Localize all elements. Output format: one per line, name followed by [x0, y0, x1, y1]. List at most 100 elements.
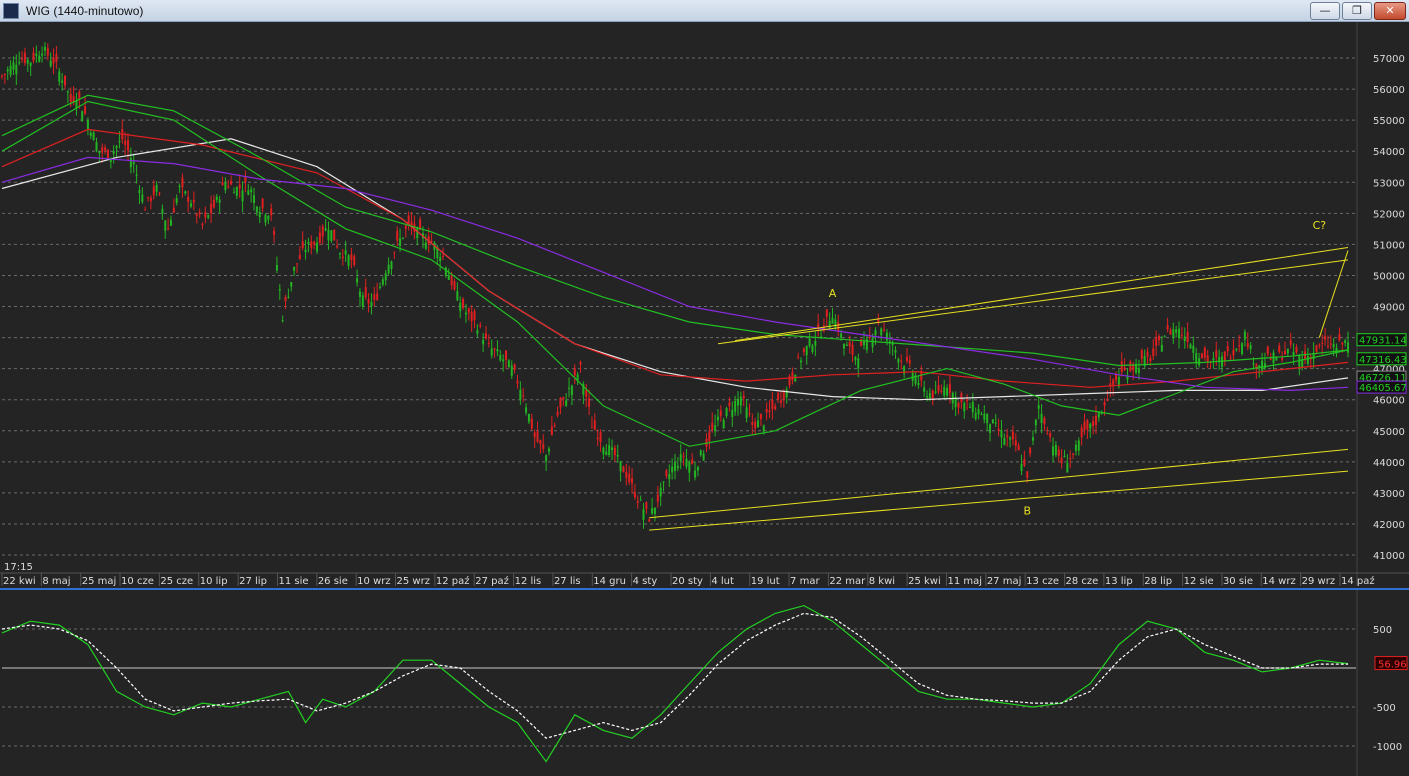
up-candle-body — [15, 64, 18, 75]
down-candle-body — [376, 293, 379, 300]
app-icon[interactable] — [3, 3, 19, 19]
down-candle-body — [648, 519, 651, 522]
up-candle-body — [668, 474, 671, 480]
x-tick-label: 14 paź — [1341, 575, 1375, 587]
up-candle-body — [696, 467, 699, 471]
up-candle-body — [416, 227, 419, 239]
down-candle-body — [1238, 345, 1241, 347]
down-candle-body — [333, 229, 336, 241]
up-candle-body — [444, 267, 447, 276]
up-candle-body — [250, 189, 253, 193]
down-candle-body — [467, 308, 470, 313]
value-label: 46405.67 — [1359, 383, 1407, 394]
down-candle-body — [1106, 400, 1109, 402]
title-bar[interactable]: WIG (1440-minutowo) — ❐ ✕ — [0, 0, 1409, 22]
up-candle-body — [739, 396, 742, 406]
up-candle-body — [619, 461, 622, 472]
down-candle-body — [779, 400, 782, 403]
up-candle-body — [811, 345, 814, 352]
down-candle-body — [1215, 350, 1218, 358]
up-candle-body — [275, 264, 278, 271]
down-candle-body — [32, 52, 35, 61]
up-candle-body — [671, 466, 674, 473]
x-tick-label: 8 maj — [42, 576, 70, 587]
down-candle-body — [1006, 435, 1009, 438]
down-candle-body — [104, 147, 107, 151]
down-candle-body — [396, 230, 399, 241]
x-tick-label: 20 sty — [672, 576, 703, 587]
down-candle-body — [1094, 415, 1097, 426]
x-tick-label: 28 cze — [1066, 576, 1099, 587]
down-candle-body — [1315, 345, 1318, 353]
up-candle-body — [135, 174, 138, 176]
value-label: 47316.43 — [1359, 355, 1407, 366]
up-candle-body — [287, 296, 290, 298]
up-candle-body — [115, 146, 118, 148]
down-candle-body — [1283, 350, 1286, 355]
down-candle-body — [590, 427, 593, 429]
chart-area[interactable]: 4100042000430004400045000460004700048000… — [0, 22, 1409, 776]
down-candle-body — [69, 93, 72, 102]
down-candle-body — [404, 225, 407, 229]
down-candle-body — [484, 333, 487, 339]
up-candle-body — [218, 199, 221, 203]
up-candle-body — [662, 481, 665, 483]
up-candle-body — [1192, 345, 1195, 353]
up-candle-body — [605, 451, 608, 456]
up-candle-body — [1000, 430, 1003, 438]
up-candle-body — [399, 238, 402, 246]
x-tick-label: 25 cze — [160, 576, 193, 587]
down-candle-body — [533, 432, 536, 438]
up-candle-body — [610, 447, 613, 451]
down-candle-body — [1321, 342, 1324, 344]
up-candle-body — [1178, 328, 1181, 338]
down-candle-body — [1157, 335, 1160, 341]
down-candle-body — [937, 385, 940, 392]
down-candle-body — [1166, 325, 1169, 330]
minimize-button[interactable]: — — [1310, 2, 1340, 20]
up-candle-body — [1195, 352, 1198, 364]
up-candle-body — [447, 274, 450, 280]
down-candle-body — [149, 197, 152, 202]
down-candle-body — [301, 241, 304, 248]
down-candle-body — [167, 228, 170, 230]
close-button[interactable]: ✕ — [1374, 2, 1406, 20]
up-candle-body — [1198, 358, 1201, 366]
down-candle-body — [777, 392, 780, 400]
up-candle-body — [968, 406, 971, 408]
up-candle-body — [527, 413, 530, 422]
up-candle-body — [1063, 456, 1066, 458]
up-candle-body — [290, 281, 293, 287]
up-candle-body — [1172, 329, 1175, 338]
down-candle-body — [84, 106, 87, 114]
down-candle-body — [908, 360, 911, 364]
down-candle-body — [1017, 445, 1020, 451]
up-candle-body — [1003, 438, 1006, 445]
down-candle-body — [940, 391, 943, 393]
up-candle-body — [745, 407, 748, 418]
down-candle-body — [1324, 336, 1327, 340]
down-candle-body — [310, 241, 313, 248]
x-tick-label: 10 lip — [200, 576, 228, 587]
up-candle-body — [659, 487, 662, 497]
down-candle-body — [782, 392, 785, 400]
up-candle-body — [971, 402, 974, 413]
down-candle-body — [948, 383, 951, 393]
up-candle-body — [61, 80, 64, 83]
up-candle-body — [1275, 357, 1278, 361]
up-candle-body — [215, 196, 218, 201]
x-tick-label: 8 kwi — [869, 576, 895, 587]
restore-button[interactable]: ❐ — [1342, 2, 1372, 20]
up-candle-body — [476, 330, 479, 334]
chart-background — [0, 22, 1409, 776]
down-candle-body — [957, 402, 960, 408]
up-candle-body — [344, 250, 347, 255]
x-tick-label: 27 paź — [475, 575, 509, 587]
up-candle-body — [1218, 357, 1221, 362]
up-candle-body — [496, 349, 499, 352]
up-candle-body — [43, 46, 46, 51]
down-candle-body — [765, 408, 768, 413]
up-candle-body — [95, 142, 98, 152]
down-candle-body — [1123, 367, 1126, 371]
down-candle-body — [1120, 361, 1123, 372]
